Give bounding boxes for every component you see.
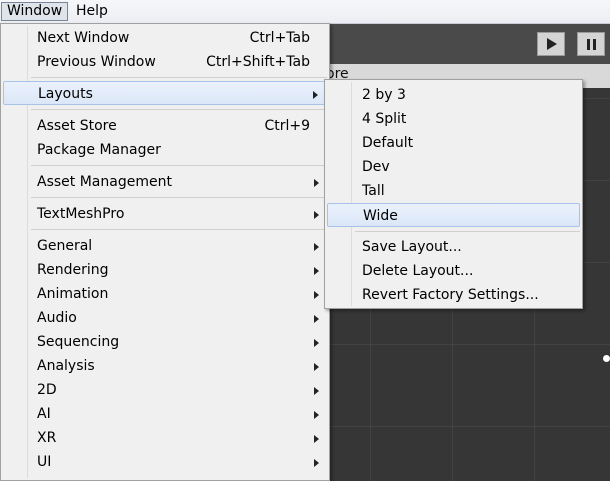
submenu-arrow-icon [314, 459, 319, 467]
menu-item-shortcut: Ctrl+Tab [249, 30, 310, 46]
menu-item-textmeshpro[interactable]: TextMeshPro [3, 202, 327, 226]
submenu-arrow-icon [314, 363, 319, 371]
menu-item-label: 4 Split [362, 111, 407, 127]
layout-item-revert-factory-settings[interactable]: Revert Factory Settings... [327, 283, 580, 307]
menu-item-label: Asset Store [37, 118, 117, 134]
submenu-arrow-icon [314, 267, 319, 275]
menu-bar: Window Help [0, 0, 610, 24]
layout-item-tall[interactable]: Tall [327, 179, 580, 203]
menu-item-label: Package Manager [37, 142, 161, 158]
layout-item-save-layout[interactable]: Save Layout... [327, 235, 580, 259]
submenu-arrow-icon [314, 315, 319, 323]
menu-item-label: Delete Layout... [362, 263, 474, 279]
menu-item-shortcut: Ctrl+Shift+Tab [206, 54, 310, 70]
menu-item-label: XR [37, 430, 57, 446]
submenu-arrow-icon [314, 411, 319, 419]
menu-item-ai[interactable]: AI [3, 402, 327, 426]
menu-item-label: 2 by 3 [362, 87, 406, 103]
menu-item-audio[interactable]: Audio [3, 306, 327, 330]
menu-item-label: Asset Management [37, 174, 172, 190]
menu-item-label: Sequencing [37, 334, 120, 350]
submenu-arrow-icon [314, 243, 319, 251]
menu-separator [31, 109, 327, 110]
menu-item-label: 2D [37, 382, 57, 398]
menu-item-rendering[interactable]: Rendering [3, 258, 327, 282]
submenu-arrow-icon [314, 387, 319, 395]
menu-item-ui[interactable]: UI [3, 450, 327, 474]
menu-separator [355, 231, 580, 232]
menu-item-label: Dev [362, 159, 390, 175]
menu-item-shortcut: Ctrl+9 [264, 118, 310, 134]
menu-item-label: Next Window [37, 30, 130, 46]
menu-item-label: Audio [37, 310, 77, 326]
menu-help[interactable]: Help [71, 2, 113, 21]
menu-item-previous-window[interactable]: Previous Window Ctrl+Shift+Tab [3, 50, 327, 74]
submenu-arrow-icon [313, 91, 318, 99]
menu-separator [31, 165, 327, 166]
menu-item-label: Layouts [38, 86, 93, 102]
menu-item-next-window[interactable]: Next Window Ctrl+Tab [3, 26, 327, 50]
submenu-arrow-icon [314, 211, 319, 219]
menu-item-label: UI [37, 454, 52, 470]
menu-item-general[interactable]: General [3, 234, 327, 258]
menu-item-xr[interactable]: XR [3, 426, 327, 450]
menu-item-animation[interactable]: Animation [3, 282, 327, 306]
menu-item-label: Default [362, 135, 414, 151]
submenu-arrow-icon [314, 339, 319, 347]
menu-item-layouts[interactable]: Layouts [3, 81, 327, 105]
menu-separator [31, 197, 327, 198]
menu-item-package-manager[interactable]: Package Manager [3, 138, 327, 162]
menu-item-label: Previous Window [37, 54, 156, 70]
layout-item-wide[interactable]: Wide [327, 203, 580, 227]
menu-item-label: Revert Factory Settings... [362, 287, 539, 303]
menu-item-sequencing[interactable]: Sequencing [3, 330, 327, 354]
menu-item-2d[interactable]: 2D [3, 378, 327, 402]
menu-window[interactable]: Window [1, 2, 69, 21]
menu-item-label: Animation [37, 286, 109, 302]
layout-item-delete-layout[interactable]: Delete Layout... [327, 259, 580, 283]
submenu-arrow-icon [314, 179, 319, 187]
submenu-arrow-icon [314, 291, 319, 299]
layout-item-4-split[interactable]: 4 Split [327, 107, 580, 131]
scene-handle[interactable] [603, 355, 610, 362]
play-button[interactable] [537, 32, 565, 56]
menu-item-analysis[interactable]: Analysis [3, 354, 327, 378]
layout-item-dev[interactable]: Dev [327, 155, 580, 179]
menu-item-label: General [37, 238, 93, 254]
menu-item-label: AI [37, 406, 51, 422]
menu-item-label: Rendering [37, 262, 109, 278]
layout-item-2-by-3[interactable]: 2 by 3 [327, 83, 580, 107]
pause-button[interactable] [577, 32, 605, 56]
menu-item-asset-management[interactable]: Asset Management [3, 170, 327, 194]
menu-item-label: Analysis [37, 358, 95, 374]
menu-separator [31, 229, 327, 230]
submenu-arrow-icon [314, 435, 319, 443]
layouts-submenu: 2 by 3 4 Split Default Dev Tall Wide Sav… [324, 79, 583, 309]
layout-item-default[interactable]: Default [327, 131, 580, 155]
menu-item-asset-store[interactable]: Asset Store Ctrl+9 [3, 114, 327, 138]
window-menu: Next Window Ctrl+Tab Previous Window Ctr… [0, 23, 330, 481]
menu-item-label: TextMeshPro [37, 206, 125, 222]
menu-item-label: Wide [363, 208, 398, 224]
menu-item-label: Tall [362, 183, 385, 199]
menu-separator [31, 77, 327, 78]
menu-item-label: Save Layout... [362, 239, 462, 255]
